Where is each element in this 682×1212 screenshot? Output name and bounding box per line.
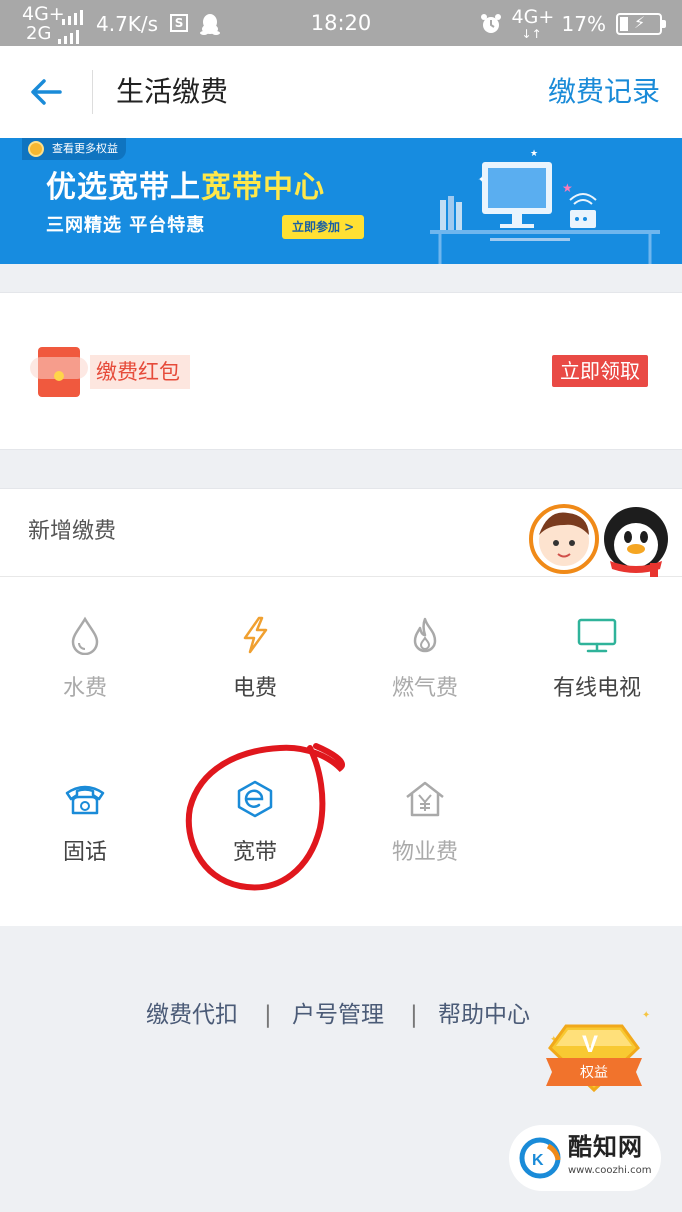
mascot-avatars-icon [529,504,668,577]
red-circle-annotation [185,743,345,891]
page-title: 生活缴费 [116,75,229,108]
tv-icon [577,618,617,653]
new-payment-title: 新增缴费 [28,519,117,544]
join-now-button[interactable]: 立即参加 > [282,215,365,239]
red-envelope-icon [30,347,88,397]
property-fee-label: 物业费 [391,840,458,865]
watermark: K 酷知网 www.coozhi.com [512,1128,658,1188]
help-center-link[interactable]: 帮助中心 [438,1000,530,1030]
new-payment-header: 新增缴费 [0,489,682,577]
link-separator: | [264,1002,272,1028]
svg-text:✦: ✦ [642,1010,650,1021]
red-packet-card[interactable]: 缴费红包 立即领取 [0,292,682,450]
coozhi-logo-icon: K [519,1137,561,1179]
watermark-name: 酷知网 [568,1133,643,1161]
link-separator: | [410,1002,418,1028]
alarm-clock-icon [480,14,501,33]
rights-badge-label: 权益 [580,1065,608,1081]
landline-label: 固话 [62,840,107,865]
electricity-fee-label: 电费 [232,676,277,701]
network-indicator-right: 4G+ ↓↑ [511,6,555,41]
computer-desk-illustration: ★ ★ ✦ [430,149,660,264]
water-fee-label: 水费 [62,676,107,701]
watermark-url: www.coozhi.com [568,1165,652,1176]
landline-item[interactable]: 固话 [0,779,170,899]
account-management-link[interactable]: 户号管理 [292,1000,384,1030]
coin-icon [28,141,44,157]
banner-headline: 优选宽带上宽带中心 [46,170,325,205]
water-fee-item[interactable]: 水费 [0,615,170,735]
payment-records-link[interactable]: 缴费记录 [548,74,660,110]
svg-text:V: V [582,1031,598,1058]
svg-text:★: ★ [530,149,538,159]
header-divider [92,70,93,114]
property-fee-item[interactable]: 物业费 [340,779,510,899]
promo-banner[interactable]: 查看更多权益 优选宽带上宽带中心 三网精选 平台特惠 立即参加 > ★ ★ ✦ [0,138,682,264]
flame-icon [413,617,437,653]
cable-tv-label: 有线电视 [552,676,641,701]
house-yen-icon [406,781,444,817]
header-bar: 生活缴费 缴费记录 [0,46,682,138]
lightning-icon [243,616,268,654]
claim-now-button[interactable]: 立即领取 [552,355,648,387]
cable-tv-item[interactable]: 有线电视 [512,615,682,735]
water-drop-icon [71,616,99,655]
gas-fee-item[interactable]: 燃气费 [340,615,510,735]
battery-icon: ⚡ [616,13,666,35]
battery-percent: 17% [561,12,606,36]
banner-subtitle: 三网精选 平台特惠 [46,215,206,236]
red-packet-label: 缴费红包 [90,355,190,389]
auto-debit-link[interactable]: 缴费代扣 [146,1000,238,1030]
gas-fee-label: 燃气费 [391,676,458,701]
more-benefits-tag[interactable]: 查看更多权益 [22,138,126,160]
back-arrow-icon[interactable] [26,72,66,112]
svg-text:✦: ✦ [478,175,485,184]
electricity-fee-item[interactable]: 电费 [170,615,340,735]
telephone-icon [65,785,105,815]
status-bar: 4G+ 2G 4.7K/s S 18:20 4G+ ↓↑ 17% ⚡ [0,0,682,46]
svg-text:K: K [532,1152,544,1169]
svg-text:★: ★ [562,181,573,195]
rights-badge[interactable]: ✦ ✦ V 权益 [546,1006,658,1096]
